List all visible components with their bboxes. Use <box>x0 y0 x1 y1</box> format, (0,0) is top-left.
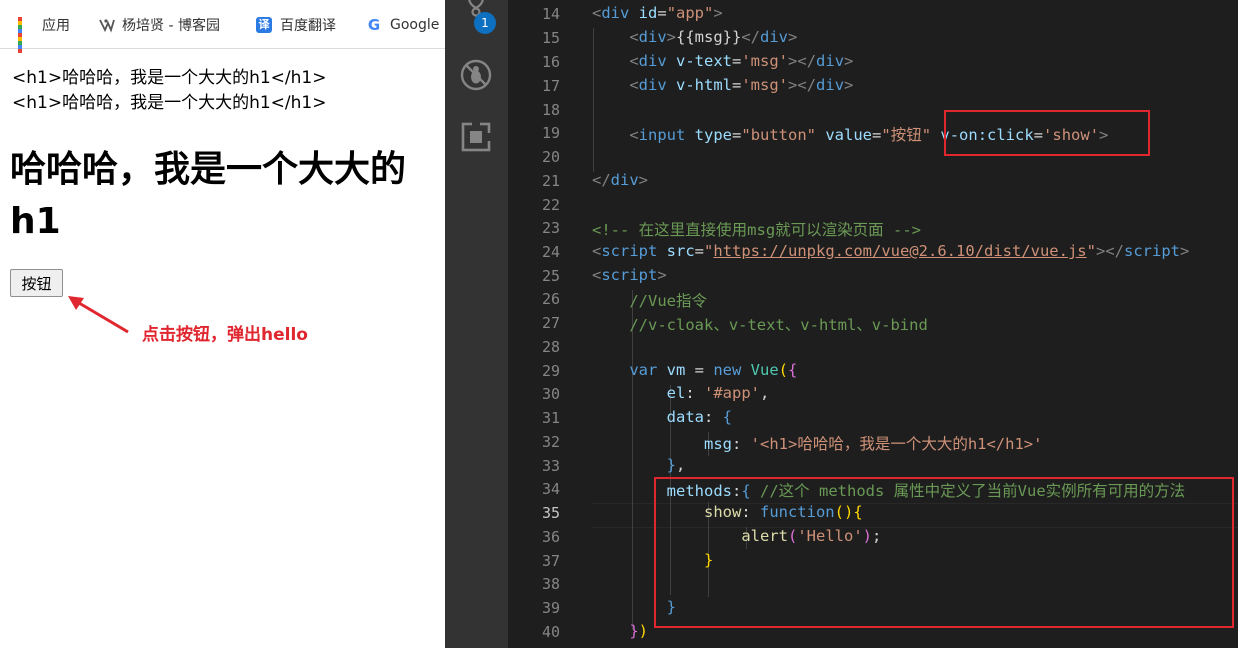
page-content: <h1>哈哈哈，我是一个大大的h1</h1> <h1>哈哈哈，我是一个大大的h1… <box>0 48 445 648</box>
code-editor[interactable]: 14 15 16 17 18 19 20 21 22 23 24 25 26 2… <box>508 0 1238 648</box>
bookmark-cnblogs[interactable]: 杨培贤 - 博客园 <box>98 14 220 36</box>
bookmark-label: 应用 <box>42 18 70 34</box>
debug-icon[interactable] <box>459 58 493 92</box>
line-number: 33 <box>541 457 560 475</box>
baidu-fanyi-icon: 译 <box>256 17 272 33</box>
annotation-text: 点击按钮，弹出hello <box>142 325 308 345</box>
line-number-current: 35 <box>541 504 560 522</box>
code-line-33: }, <box>666 456 686 474</box>
line-number: 17 <box>541 77 560 95</box>
code-line-16: <div v-text='msg'></div> <box>629 52 854 70</box>
code-line-27: //v-cloak、v-text、v-html、v-bind <box>629 316 928 334</box>
line-number: 34 <box>541 480 560 498</box>
line-number: 31 <box>541 409 560 427</box>
line-number: 21 <box>541 172 560 190</box>
line-number: 39 <box>541 599 560 617</box>
source-control-badge: 1 <box>474 12 496 34</box>
bookmark-google[interactable]: G Google <box>366 14 440 36</box>
browser-window: 应用 杨培贤 - 博客园 译 百度翻译 G Google <h1>哈哈哈，我是一… <box>0 0 445 648</box>
bookmarks-bar: 应用 杨培贤 - 博客园 译 百度翻译 G Google <box>0 0 445 53</box>
activity-bar <box>445 0 508 648</box>
line-number: 18 <box>541 101 560 119</box>
line-number: 40 <box>541 623 560 641</box>
line-number: 26 <box>541 290 560 308</box>
line-number: 38 <box>541 575 560 593</box>
line-number: 25 <box>541 267 560 285</box>
line-number: 24 <box>541 243 560 261</box>
code-line-29: var vm = new Vue({ <box>629 361 798 379</box>
extensions-icon[interactable] <box>459 120 493 154</box>
line-number: 32 <box>541 433 560 451</box>
cnblogs-icon <box>98 17 115 33</box>
show-button[interactable]: 按钮 <box>10 269 63 297</box>
apps-grid-icon <box>18 17 34 53</box>
v-text-line: <h1>哈哈哈，我是一个大大的h1</h1> <box>12 93 327 113</box>
code-line-30: el: '#app', <box>666 384 770 402</box>
line-number: 36 <box>541 528 560 546</box>
bookmark-baidu-fanyi[interactable]: 译 百度翻译 <box>256 14 336 36</box>
v-on-click-highlight-box <box>944 110 1150 156</box>
methods-highlight-box <box>654 477 1234 628</box>
line-number: 15 <box>541 29 560 47</box>
code-line-17: <div v-html='msg'></div> <box>629 76 854 94</box>
msg-text-line: <h1>哈哈哈，我是一个大大的h1</h1> <box>12 68 327 88</box>
line-number: 20 <box>541 148 560 166</box>
line-number: 23 <box>541 219 560 237</box>
google-icon: G <box>367 16 381 34</box>
annotation-arrow-icon <box>68 296 129 334</box>
line-number: 37 <box>541 552 560 570</box>
line-number: 30 <box>541 385 560 403</box>
line-number: 14 <box>541 5 560 23</box>
line-number: 22 <box>541 196 560 214</box>
bookmark-label: Google <box>390 17 440 33</box>
bookmark-label: 杨培贤 - 博客园 <box>122 18 220 34</box>
line-number: 19 <box>541 124 560 142</box>
line-number: 29 <box>541 362 560 380</box>
bookmark-label: 百度翻译 <box>280 18 336 34</box>
code-line-23: <!-- 在这里直接使用msg就可以渲染页面 --> <box>592 221 921 239</box>
line-number: 28 <box>541 338 560 356</box>
code-line-24: <script src="https://unpkg.com/vue@2.6.1… <box>592 242 1190 260</box>
code-line-31: data: { <box>666 408 732 426</box>
code-line-26: //Vue指令 <box>629 292 707 310</box>
line-number: 16 <box>541 53 560 71</box>
vue-cdn-link[interactable]: https://unpkg.com/vue@2.6.10/dist/vue.js <box>713 242 1086 260</box>
indent-guide <box>593 28 594 172</box>
page-heading: 哈哈哈，我是一个大大的h1 <box>10 149 407 242</box>
code-line-40: }) <box>629 622 649 640</box>
code-line-25: <script> <box>592 266 667 284</box>
bookmark-apps[interactable]: 应用 <box>18 14 70 53</box>
code-line-32: msg: '<h1>哈哈哈，我是一个大大的h1</h1>' <box>703 435 1043 453</box>
code-line-15: <div>{{msg}}</div> <box>629 28 798 46</box>
code-line-14: <div id="app"> <box>592 4 723 22</box>
line-number: 27 <box>541 314 560 332</box>
code-line-21: </div> <box>592 171 649 189</box>
